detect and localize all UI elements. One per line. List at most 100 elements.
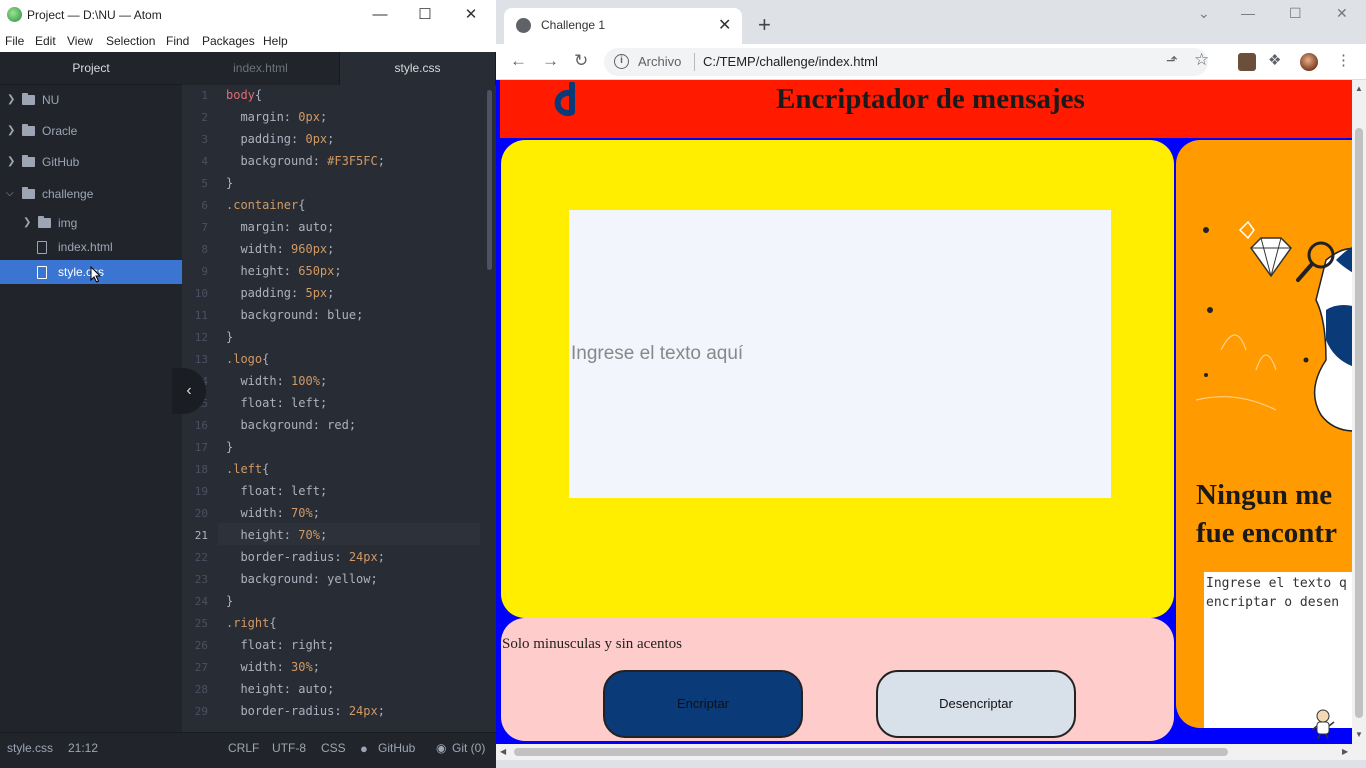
line-number: 12 — [194, 331, 208, 344]
code-line: float: left; — [226, 484, 328, 498]
profile-avatar[interactable] — [1300, 53, 1318, 71]
line-number: 25 — [194, 617, 208, 630]
status-github[interactable]: GitHub — [378, 741, 415, 755]
no-message-line2: fue encontr — [1196, 517, 1337, 549]
status-cursor-position[interactable]: 21:12 — [68, 741, 98, 755]
encrypt-button[interactable]: Encriptar — [603, 670, 803, 738]
message-input[interactable]: Ingrese el texto aquí — [569, 210, 1111, 498]
code-editor[interactable]: 1234567891011121314151617181920212223242… — [182, 85, 496, 732]
menu-edit[interactable]: Edit — [35, 34, 56, 48]
line-number: 1 — [201, 89, 208, 102]
tree-item-label: NU — [42, 93, 60, 107]
maximize-button[interactable]: ☐ — [1289, 5, 1302, 22]
menu-find[interactable]: Find — [166, 34, 189, 48]
code-line: background: red; — [226, 418, 357, 432]
code-line: height: auto; — [226, 682, 335, 696]
line-number: 8 — [201, 243, 208, 256]
code-line: .left{ — [226, 462, 270, 476]
scroll-right-icon[interactable]: ▶ — [1342, 747, 1348, 756]
close-button[interactable]: ✕ — [451, 3, 491, 27]
line-number: 3 — [201, 133, 208, 146]
project-tree-header[interactable]: Project — [0, 52, 182, 85]
tab-search-icon[interactable]: ⌄ — [1198, 5, 1210, 22]
tree-folder-challenge[interactable]: ⌵ challenge — [0, 182, 182, 206]
line-number: 9 — [201, 265, 208, 278]
decrypt-button[interactable]: Desencriptar — [876, 670, 1076, 738]
tree-folder-oracle[interactable]: ❯ Oracle — [0, 119, 182, 143]
tree-file-style-css[interactable]: style.css — [0, 260, 182, 284]
tree-file-index-html[interactable]: index.html — [0, 235, 182, 259]
code-line: .logo{ — [226, 352, 270, 366]
code-line: height: 650px; — [226, 264, 342, 278]
new-tab-button[interactable]: + — [758, 12, 771, 38]
file-icon — [37, 266, 47, 279]
tree-item-label: index.html — [58, 240, 113, 254]
editor-scrollbar[interactable] — [487, 90, 492, 270]
line-number: 26 — [194, 639, 208, 652]
url-text[interactable]: C:/TEMP/challenge/index.html — [703, 54, 878, 69]
scroll-left-icon[interactable]: ◀ — [500, 747, 506, 756]
line-number: 6 — [201, 199, 208, 212]
reload-icon[interactable]: ↻ — [574, 51, 588, 71]
menu-selection[interactable]: Selection — [106, 34, 155, 48]
status-file[interactable]: style.css — [7, 741, 53, 755]
person-with-magnifier-illustration — [1195, 220, 1352, 432]
page-viewport: Encriptador de mensajes Ingrese el texto… — [496, 80, 1352, 744]
tab-style-css[interactable]: style.css — [340, 52, 496, 85]
extension-icon[interactable] — [1238, 53, 1256, 71]
result-output[interactable]: Ingrese el texto q encriptar o desen — [1204, 572, 1352, 728]
line-number: 4 — [201, 155, 208, 168]
menu-file[interactable]: File — [5, 34, 24, 48]
no-message-line1: Ningun me — [1196, 479, 1333, 511]
menu-view[interactable]: View — [67, 34, 93, 48]
menu-dots-icon[interactable]: ⋮ — [1336, 51, 1354, 69]
menu-help[interactable]: Help — [263, 34, 288, 48]
info-icon[interactable]: i — [614, 54, 629, 69]
tree-folder-nu[interactable]: ❯ NU — [0, 88, 182, 112]
status-grammar[interactable]: CSS — [321, 741, 346, 755]
code-line: border-radius: 24px; — [226, 704, 385, 718]
tree-item-label: img — [58, 216, 78, 230]
vertical-scroll-thumb[interactable] — [1355, 128, 1363, 718]
horizontal-scroll-thumb[interactable] — [514, 748, 1228, 756]
line-number: 21 — [194, 529, 208, 542]
alura-logo-icon — [554, 82, 575, 116]
scroll-down-icon[interactable]: ▼ — [1355, 730, 1363, 739]
scroll-up-icon[interactable]: ▲ — [1355, 84, 1363, 93]
tab-close-icon[interactable]: ✕ — [718, 15, 731, 35]
chevron-right-icon: ❯ — [23, 217, 32, 228]
status-encoding[interactable]: UTF-8 — [272, 741, 306, 755]
line-number: 29 — [194, 705, 208, 718]
output-panel: Ningun me fue encontr Ingrese el texto q… — [1176, 140, 1352, 728]
status-git[interactable]: Git (0) — [452, 741, 485, 755]
address-bar[interactable]: i Archivo C:/TEMP/challenge/index.html ⬏… — [604, 48, 1209, 76]
code-line: } — [226, 330, 234, 344]
line-number: 11 — [194, 309, 208, 322]
tree-folder-img[interactable]: ❯ img — [0, 211, 182, 235]
menu-packages[interactable]: Packages — [202, 34, 255, 48]
back-icon[interactable]: ← — [510, 51, 527, 71]
vertical-scrollbar[interactable]: ▲ ▼ — [1352, 80, 1366, 760]
forward-icon[interactable]: → — [542, 51, 559, 71]
horizontal-scrollbar[interactable]: ◀ ▶ — [496, 744, 1352, 760]
browser-tab[interactable]: Challenge 1 ✕ — [504, 8, 742, 44]
minimize-button[interactable]: — — [1241, 5, 1255, 21]
line-number: 17 — [194, 441, 208, 454]
puzzle-extensions-icon[interactable]: ❖ — [1268, 51, 1286, 69]
folder-open-icon — [22, 187, 35, 199]
tab-index-html[interactable]: index.html — [182, 52, 340, 85]
tree-folder-github[interactable]: ❯ GitHub — [0, 150, 182, 174]
code-line: padding: 0px; — [226, 132, 335, 146]
maximize-button[interactable]: ☐ — [405, 3, 445, 27]
close-button[interactable]: ✕ — [1336, 5, 1348, 22]
line-number: 2 — [201, 111, 208, 124]
globe-icon — [516, 18, 531, 33]
bookmark-star-icon[interactable]: ☆ — [1194, 50, 1209, 70]
minimize-button[interactable]: — — [360, 3, 400, 27]
input-panel: Ingrese el texto aquí — [501, 140, 1174, 618]
tree-item-label: GitHub — [42, 155, 80, 169]
code-line: width: 70%; — [226, 506, 320, 520]
share-icon[interactable]: ⬏ — [1166, 52, 1178, 69]
line-number: 27 — [194, 661, 208, 674]
status-line-ending[interactable]: CRLF — [228, 741, 259, 755]
